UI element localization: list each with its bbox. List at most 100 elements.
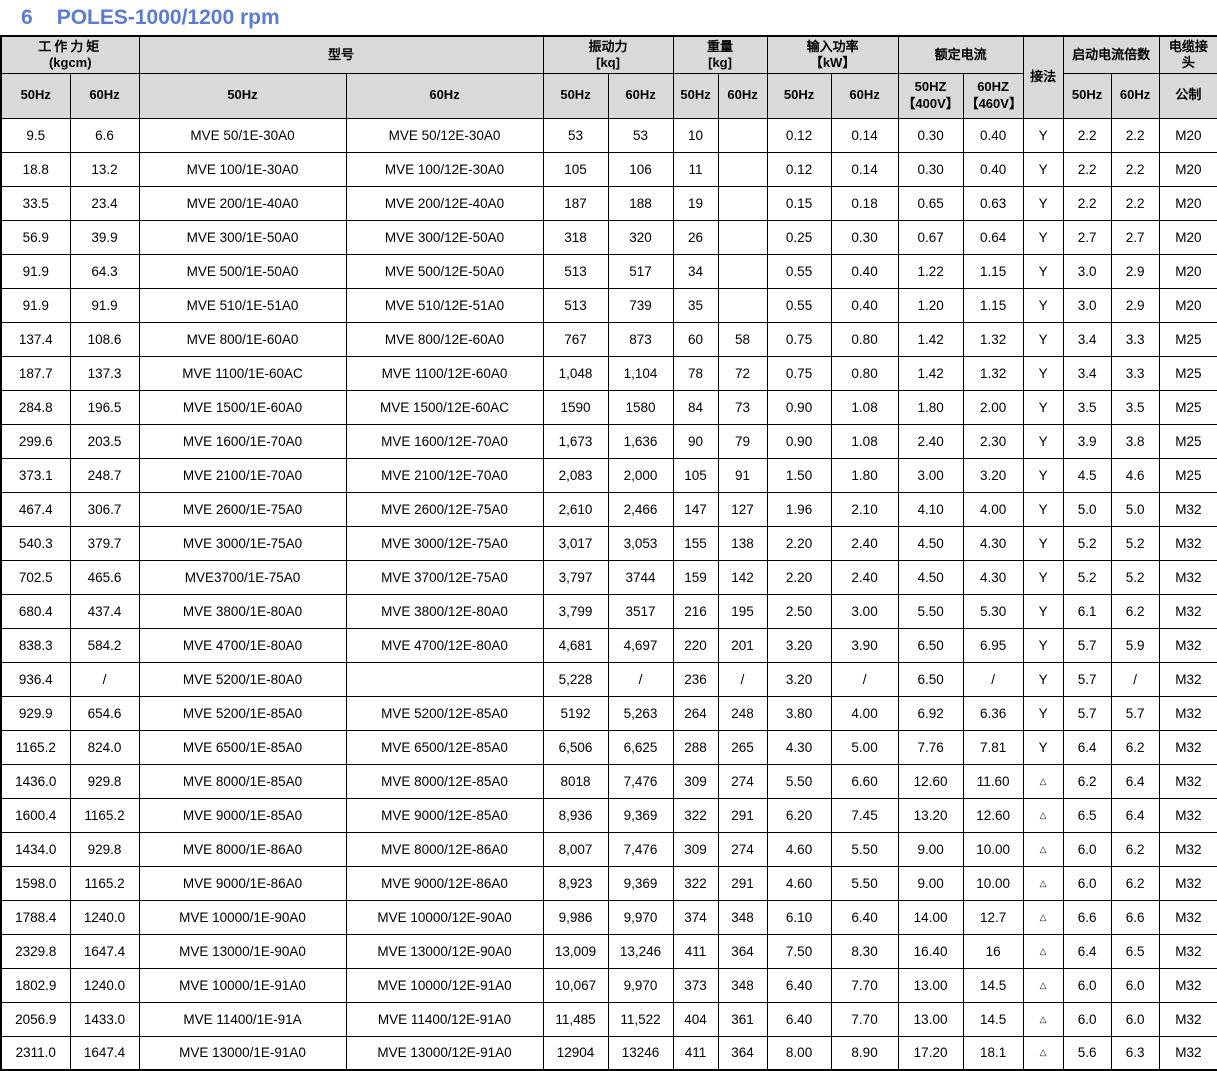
cell-start-50hz: 2.2 [1063, 186, 1111, 220]
cell-cable-gland: M32 [1159, 662, 1217, 696]
table-row: 702.5465.6MVE3700/1E-75A0MVE 3700/12E-75… [1, 560, 1217, 594]
cell-weight-60hz: 195 [718, 594, 767, 628]
cell-connection: △ [1023, 900, 1063, 934]
cell-current-60hz: 16 [963, 934, 1023, 968]
header-weight: 重量 [kg] [673, 36, 767, 73]
cell-cable-gland: M32 [1159, 730, 1217, 764]
cell-force-50hz: 10,067 [543, 968, 608, 1002]
header-cable-metric: 公制 [1159, 73, 1217, 118]
cell-model-60hz: MVE 3800/12E-80A0 [346, 594, 543, 628]
cell-start-50hz: 3.0 [1063, 288, 1111, 322]
cell-cable-gland: M20 [1159, 288, 1217, 322]
cell-power-60hz: 2.40 [831, 560, 898, 594]
cell-start-60hz: 2.9 [1111, 254, 1159, 288]
cell-power-60hz: 5.50 [831, 866, 898, 900]
cell-model-50hz: MVE 100/1E-30A0 [139, 152, 346, 186]
cell-cable-gland: M20 [1159, 186, 1217, 220]
cell-cable-gland: M32 [1159, 628, 1217, 662]
cell-weight-50hz: 159 [673, 560, 718, 594]
cell-model-50hz: MVE 10000/1E-90A0 [139, 900, 346, 934]
cell-force-60hz: 1,636 [608, 424, 673, 458]
cell-start-50hz: 2.2 [1063, 118, 1111, 152]
cell-start-60hz: 6.3 [1111, 1036, 1159, 1070]
cell-force-60hz: 11,522 [608, 1002, 673, 1036]
cell-connection: Y [1023, 526, 1063, 560]
cell-model-60hz: MVE 200/12E-40A0 [346, 186, 543, 220]
cell-connection: Y [1023, 696, 1063, 730]
cell-current-60hz: 10.00 [963, 866, 1023, 900]
cell-model-60hz: MVE 500/12E-50A0 [346, 254, 543, 288]
table-row: 1600.41165.2MVE 9000/1E-85A0MVE 9000/12E… [1, 798, 1217, 832]
cell-weight-60hz: / [718, 662, 767, 696]
cell-start-50hz: 3.9 [1063, 424, 1111, 458]
cell-power-50hz: 0.55 [767, 288, 831, 322]
cell-weight-60hz: 72 [718, 356, 767, 390]
cell-power-50hz: 4.30 [767, 730, 831, 764]
cell-weight-50hz: 19 [673, 186, 718, 220]
cell-start-60hz: 6.6 [1111, 900, 1159, 934]
cell-current-50hz: 0.67 [898, 220, 963, 254]
cell-model-50hz: MVE 10000/1E-91A0 [139, 968, 346, 1002]
cell-start-50hz: 5.2 [1063, 560, 1111, 594]
cell-torque-60hz: 23.4 [70, 186, 139, 220]
cell-model-60hz: MVE 10000/12E-91A0 [346, 968, 543, 1002]
cell-start-60hz: 3.5 [1111, 390, 1159, 424]
cell-torque-50hz: 2056.9 [1, 1002, 70, 1036]
cell-weight-50hz: 373 [673, 968, 718, 1002]
cell-cable-gland: M25 [1159, 458, 1217, 492]
cell-model-50hz: MVE 50/1E-30A0 [139, 118, 346, 152]
cell-force-60hz: 188 [608, 186, 673, 220]
cell-start-50hz: 2.7 [1063, 220, 1111, 254]
cell-current-50hz: 1.80 [898, 390, 963, 424]
cell-current-50hz: 1.42 [898, 322, 963, 356]
table-row: 1434.0929.8MVE 8000/1E-86A0MVE 8000/12E-… [1, 832, 1217, 866]
header-weight-50hz: 50Hz [673, 73, 718, 118]
cell-model-50hz: MVE 1500/1E-60A0 [139, 390, 346, 424]
cell-power-50hz: 6.10 [767, 900, 831, 934]
cell-start-50hz: 3.5 [1063, 390, 1111, 424]
table-row: 18.813.2MVE 100/1E-30A0MVE 100/12E-30A01… [1, 152, 1217, 186]
header-torque-title: 工作力矩 [4, 39, 137, 55]
cell-current-50hz: 13.00 [898, 1002, 963, 1036]
header-weight-60hz: 60Hz [718, 73, 767, 118]
header-torque-unit: (kgcm) [4, 55, 137, 71]
cell-current-60hz: 14.5 [963, 1002, 1023, 1036]
cell-current-50hz: 2.40 [898, 424, 963, 458]
header-power-50hz: 50Hz [767, 73, 831, 118]
cell-weight-50hz: 216 [673, 594, 718, 628]
cell-connection: Y [1023, 322, 1063, 356]
cell-force-60hz: 2,466 [608, 492, 673, 526]
cell-power-50hz: 0.90 [767, 424, 831, 458]
cell-weight-60hz: 291 [718, 798, 767, 832]
cell-power-50hz: 0.90 [767, 390, 831, 424]
cell-weight-60hz [718, 288, 767, 322]
cell-model-60hz: MVE 2600/12E-75A0 [346, 492, 543, 526]
cell-power-50hz: 0.75 [767, 356, 831, 390]
cell-torque-60hz: 6.6 [70, 118, 139, 152]
cell-weight-60hz: 361 [718, 1002, 767, 1036]
cell-weight-60hz [718, 254, 767, 288]
cell-connection: Y [1023, 730, 1063, 764]
cell-cable-gland: M32 [1159, 696, 1217, 730]
cell-force-50hz: 318 [543, 220, 608, 254]
cell-force-60hz: 5,263 [608, 696, 673, 730]
cell-cable-gland: M32 [1159, 594, 1217, 628]
header-cable-line1: 电缆接 [1162, 39, 1216, 55]
cell-power-60hz: 4.00 [831, 696, 898, 730]
cell-model-60hz: MVE 8000/12E-85A0 [346, 764, 543, 798]
cell-weight-60hz: 91 [718, 458, 767, 492]
header-force-title: 振动力 [546, 39, 671, 55]
cell-torque-50hz: 467.4 [1, 492, 70, 526]
cell-force-60hz: 4,697 [608, 628, 673, 662]
cell-start-50hz: 6.4 [1063, 934, 1111, 968]
cell-weight-50hz: 90 [673, 424, 718, 458]
cell-start-60hz: 2.9 [1111, 288, 1159, 322]
cell-torque-60hz: 437.4 [70, 594, 139, 628]
cell-force-50hz: 13,009 [543, 934, 608, 968]
cell-model-50hz: MVE 2600/1E-75A0 [139, 492, 346, 526]
cell-current-60hz: 11.60 [963, 764, 1023, 798]
cell-current-60hz: 0.63 [963, 186, 1023, 220]
table-row: 467.4306.7MVE 2600/1E-75A0MVE 2600/12E-7… [1, 492, 1217, 526]
header-current-50hz-400v: 50HZ 【400V】 [898, 73, 963, 118]
cell-cable-gland: M32 [1159, 866, 1217, 900]
